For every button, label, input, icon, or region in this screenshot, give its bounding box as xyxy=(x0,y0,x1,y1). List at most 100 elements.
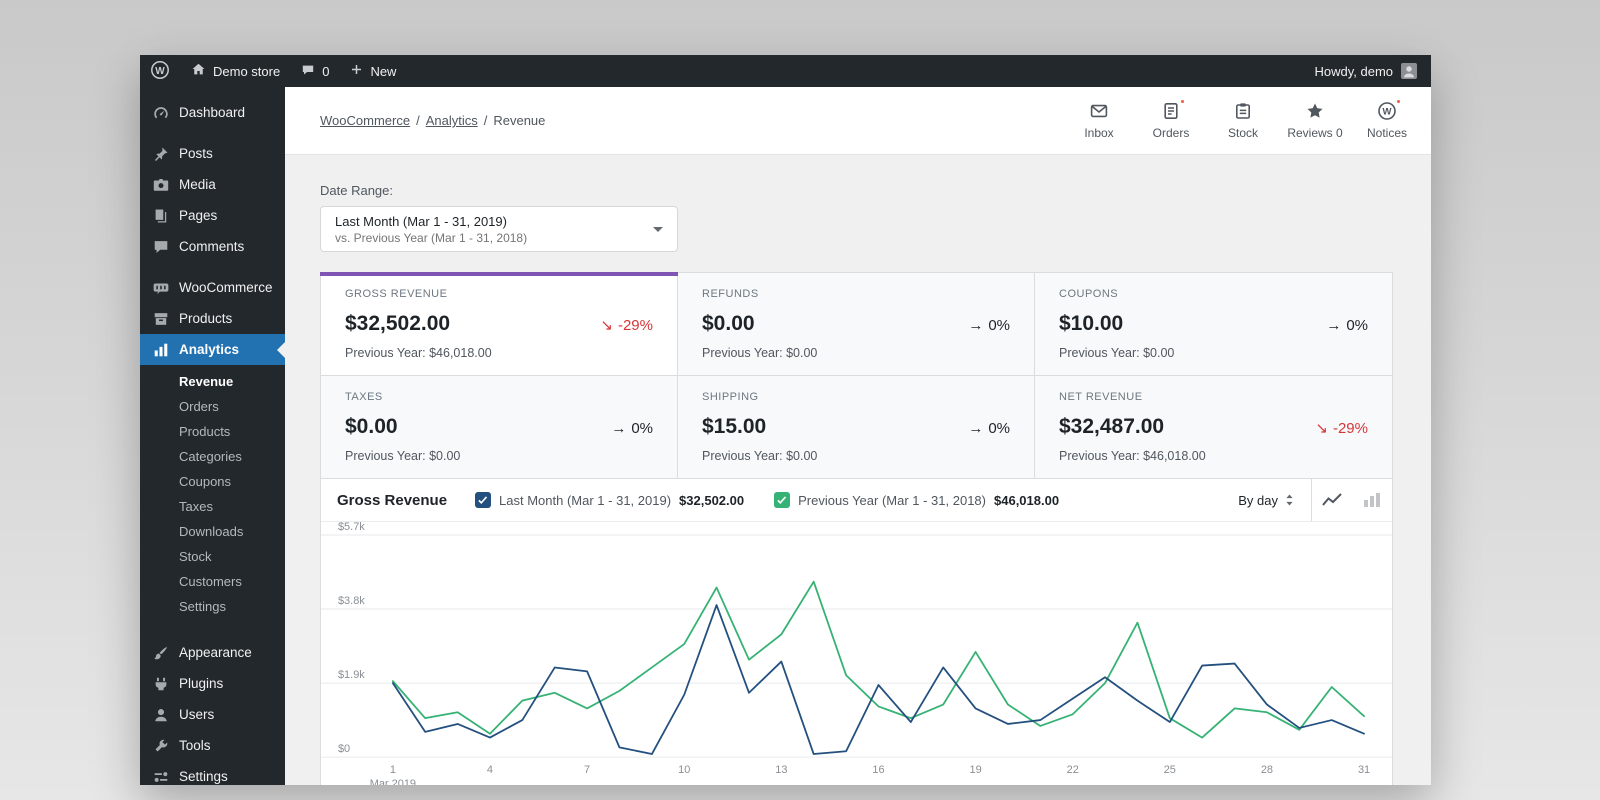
svg-text:$3.8k: $3.8k xyxy=(338,595,365,607)
activity-inbox-button[interactable]: Inbox xyxy=(1063,95,1135,146)
interval-select[interactable]: By day xyxy=(1222,493,1311,508)
activity-notices-button[interactable]: W Notices xyxy=(1351,95,1423,146)
page-header: WooCommerce / Analytics / Revenue Inbox xyxy=(285,87,1431,155)
sidebar-item-woocommerce[interactable]: WooCommerce xyxy=(140,272,285,303)
sidebar-item-appearance[interactable]: Appearance xyxy=(140,637,285,668)
tile-previous: Previous Year: $0.00 xyxy=(702,346,818,360)
submenu-item-settings[interactable]: Settings xyxy=(140,594,285,619)
tile-label: Refunds xyxy=(702,288,759,300)
submenu-item-customers[interactable]: Customers xyxy=(140,569,285,594)
tile-value: $15.00 xyxy=(702,415,767,438)
sidebar-item-label: Pages xyxy=(179,208,218,223)
tile-gross-revenue[interactable]: Gross Revenue $32,502.00 ↘ -29% Previous … xyxy=(320,272,678,376)
svg-text:7: 7 xyxy=(584,764,590,776)
submenu-item-categories[interactable]: Categories xyxy=(140,444,285,469)
date-range-text: Last Month (Mar 1 - 31, 2019) vs. Previo… xyxy=(335,214,653,245)
svg-text:16: 16 xyxy=(872,764,884,776)
sidebar-item-media[interactable]: Media xyxy=(140,169,285,200)
sidebar-item-settings[interactable]: Settings xyxy=(140,761,285,785)
dashboard-icon xyxy=(154,106,168,118)
pages-icon xyxy=(155,209,167,222)
tile-refunds[interactable]: Refunds $0.00 → 0% Previous Year: $0.00 xyxy=(678,273,1035,376)
activity-label: Inbox xyxy=(1084,126,1114,140)
wordpress-admin-window: W Demo store 0 New Howdy, demo Dashboard… xyxy=(140,55,1431,785)
sidebar-item-tools[interactable]: Tools xyxy=(140,730,285,761)
tile-label: Shipping xyxy=(702,391,759,403)
my-account-menu[interactable]: Howdy, demo xyxy=(1300,55,1431,87)
bar-chart-toggle-button[interactable] xyxy=(1352,479,1392,521)
sidebar-item-products[interactable]: Products xyxy=(140,303,285,334)
activity-label: Stock xyxy=(1227,126,1258,140)
tile-value: $32,487.00 xyxy=(1059,415,1165,438)
sidebar-item-label: Comments xyxy=(179,239,245,254)
home-icon xyxy=(190,61,207,81)
sidebar-item-analytics[interactable]: Analytics xyxy=(140,334,285,365)
breadcrumb-woocommerce[interactable]: WooCommerce xyxy=(320,113,410,128)
media-icon xyxy=(153,178,169,191)
revenue-chart: $0 $1.9k $3.8k $5.7k 1 4 7 10 13 16 19 22 25 28 31 Mar … xyxy=(321,521,1392,785)
breadcrumb-analytics[interactable]: Analytics xyxy=(426,113,478,128)
submenu-item-products[interactable]: Products xyxy=(140,419,285,444)
activity-orders-button[interactable]: Orders xyxy=(1135,95,1207,146)
submenu-item-revenue[interactable]: Revenue xyxy=(140,369,285,394)
users-icon xyxy=(155,708,167,721)
activity-panel: Inbox Orders Stock Reviews 0 W Notices xyxy=(1063,95,1423,146)
trend-flat-arrow-icon: → xyxy=(611,420,627,437)
submenu-item-stock[interactable]: Stock xyxy=(140,544,285,569)
submenu-item-downloads[interactable]: Downloads xyxy=(140,519,285,544)
comments-menu[interactable]: 0 xyxy=(290,55,339,87)
sidebar-item-label: Media xyxy=(179,177,216,192)
tile-value: $0.00 xyxy=(702,312,755,335)
new-content-menu[interactable]: New xyxy=(339,55,406,87)
plugins-icon xyxy=(155,677,167,690)
activity-stock-button[interactable]: Stock xyxy=(1207,95,1279,146)
wp-logo-menu[interactable]: W xyxy=(140,55,180,87)
legend-last-month[interactable]: Last Month (Mar 1 - 31, 2019) $32,502.00 xyxy=(475,492,744,508)
checkbox-checked-primary[interactable] xyxy=(475,492,492,508)
submenu-item-orders[interactable]: Orders xyxy=(140,394,285,419)
tile-coupons[interactable]: Coupons $10.00 → 0% Previous Year: $0.00 xyxy=(1035,273,1392,376)
admin-sidebar: Dashboard Posts Media Pages Comments Woo… xyxy=(140,87,285,785)
date-range-select[interactable]: Last Month (Mar 1 - 31, 2019) vs. Previo… xyxy=(320,206,678,252)
sidebar-item-comments[interactable]: Comments xyxy=(140,231,285,262)
unread-dot xyxy=(1395,98,1402,105)
check-icon xyxy=(777,496,787,504)
tile-label: Coupons xyxy=(1059,288,1119,300)
line-chart-icon xyxy=(1322,493,1342,506)
tools-icon xyxy=(155,739,168,751)
svg-text:W: W xyxy=(155,66,165,77)
orders-icon xyxy=(1161,98,1186,121)
breadcrumb: WooCommerce / Analytics / Revenue xyxy=(320,113,545,128)
activity-reviews-button[interactable]: Reviews 0 xyxy=(1279,95,1351,146)
stock-icon xyxy=(1233,101,1253,121)
svg-text:10: 10 xyxy=(678,764,690,776)
submenu-item-taxes[interactable]: Taxes xyxy=(140,494,285,519)
sidebar-item-users[interactable]: Users xyxy=(140,699,285,730)
sidebar-item-dashboard[interactable]: Dashboard xyxy=(140,97,285,128)
trend-flat-arrow-icon: → xyxy=(968,420,984,437)
sidebar-item-plugins[interactable]: Plugins xyxy=(140,668,285,699)
analytics-submenu-wrap: Revenue Orders Products Categories Coupo… xyxy=(140,369,285,619)
trend-flat-arrow-icon: → xyxy=(968,317,984,334)
tile-shipping[interactable]: Shipping $15.00 → 0% Previous Year: $0.00 xyxy=(678,376,1035,479)
summary-tiles: Gross Revenue $32,502.00 ↘ -29% Previous … xyxy=(320,272,1392,479)
checkbox-checked-secondary[interactable] xyxy=(774,492,791,508)
tile-net-revenue[interactable]: Net Revenue $32,487.00 ↘ -29% Previous Ye… xyxy=(1035,376,1392,479)
sidebar-item-pages[interactable]: Pages xyxy=(140,200,285,231)
plus-icon xyxy=(349,62,364,80)
svg-text:Mar 2019: Mar 2019 xyxy=(370,778,416,785)
legend-previous-year[interactable]: Previous Year (Mar 1 - 31, 2018) $46,018… xyxy=(774,492,1059,508)
menu-separator xyxy=(140,627,285,637)
submenu-item-coupons[interactable]: Coupons xyxy=(140,469,285,494)
svg-text:$0: $0 xyxy=(338,743,350,755)
activity-label: Reviews 0 xyxy=(1287,126,1343,140)
tile-taxes[interactable]: Taxes $0.00 → 0% Previous Year: $0.00 xyxy=(321,376,678,479)
tile-delta: → 0% xyxy=(1326,317,1368,334)
site-name-menu[interactable]: Demo store xyxy=(180,55,290,87)
sidebar-item-posts[interactable]: Posts xyxy=(140,138,285,169)
new-label: New xyxy=(370,63,397,79)
legend-total: $32,502.00 xyxy=(679,492,745,508)
sidebar-item-label: Tools xyxy=(179,738,211,753)
line-chart-toggle-button[interactable] xyxy=(1312,479,1352,521)
revenue-report-card: Gross Revenue $32,502.00 ↘ -29% Previous … xyxy=(320,272,1393,785)
